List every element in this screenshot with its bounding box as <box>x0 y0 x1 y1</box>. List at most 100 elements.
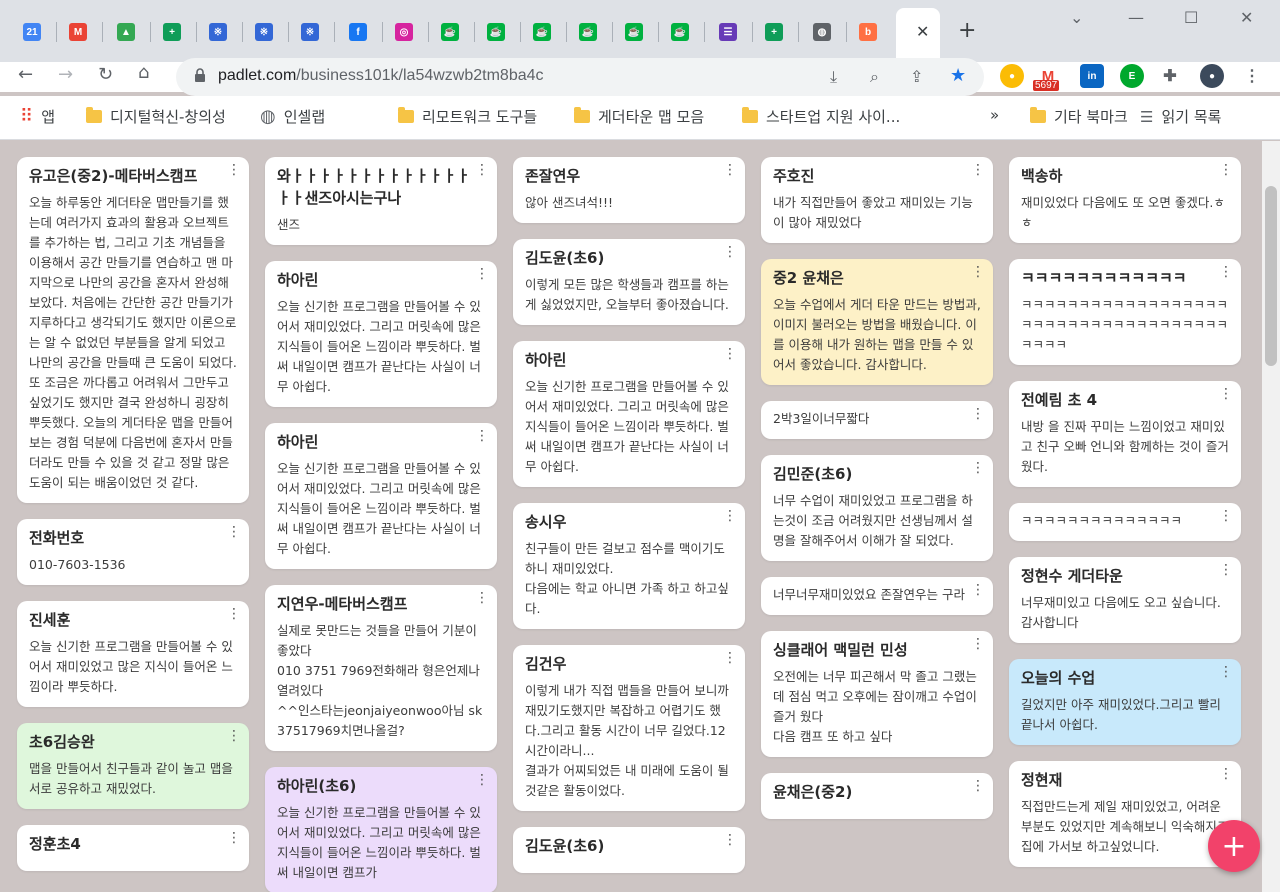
post-menu-icon[interactable]: ⋮ <box>971 163 985 177</box>
browser-tab[interactable]: ※ <box>246 14 282 50</box>
bookmark-item[interactable]: ☰ 읽기 목록 <box>1140 106 1221 127</box>
browser-tab[interactable]: ☰ <box>710 14 746 50</box>
post-menu-icon[interactable]: ⋮ <box>971 265 985 279</box>
post-card[interactable]: ⋮ 와ㅏㅏㅏㅏㅏㅏㅏㅏㅏㅏㅏㅏㅏㅏㅏ샌즈아시는구나 샌즈 <box>265 157 497 245</box>
scrollbar[interactable] <box>1262 141 1280 892</box>
bookmark-item[interactable]: 디지털혁신-창의성 <box>86 106 226 127</box>
post-menu-icon[interactable]: ⋮ <box>1219 509 1233 523</box>
bookmark-item[interactable]: 스타트업 지원 사이... <box>742 106 900 127</box>
post-card[interactable]: ⋮ 유고은(중2)-메타버스캠프 오늘 하루동안 게더타운 맵만들기를 했는데 여러… <box>17 157 249 503</box>
post-card[interactable]: ⋮ 하아린(초6) 오늘 신기한 프로그램을 만들어볼 수 있어서 재미있었다. 그… <box>265 767 497 892</box>
minimize-icon[interactable]: — <box>1128 8 1144 27</box>
post-menu-icon[interactable]: ⋮ <box>475 591 489 605</box>
post-card[interactable]: ⋮ 2박3일이너무짧다 <box>761 401 993 439</box>
post-card[interactable]: ⋮ 김민준(초6) 너무 수업이 재미있었고 프로그램을 하는것이 조금 어려웠지만… <box>761 455 993 561</box>
post-menu-icon[interactable]: ⋮ <box>1219 767 1233 781</box>
post-card[interactable]: ⋮ 전예림 초 4 내방 을 진짜 꾸미는 느낌이었고 재미있고 친구 오빠 언니와… <box>1009 381 1241 487</box>
active-tab[interactable]: ✕ <box>896 8 940 62</box>
post-card[interactable]: ⋮ 정현재 직접만드는게 제일 재미있었고, 어려운 부분도 있었지만 계속해보니 … <box>1009 761 1241 867</box>
tab-search-chevron-icon[interactable]: ⌄ <box>1070 8 1083 27</box>
bookmark-star-icon[interactable]: ★ <box>950 65 966 86</box>
bookmark-item[interactable]: » <box>990 106 999 124</box>
post-card[interactable]: ⋮ 윤채은(중2) <box>761 773 993 819</box>
back-icon[interactable]: ← <box>18 64 33 85</box>
post-card[interactable]: ⋮ 너무너무재미있었요 존잘연우는 구라 <box>761 577 993 615</box>
post-menu-icon[interactable]: ⋮ <box>971 461 985 475</box>
post-menu-icon[interactable]: ⋮ <box>1219 665 1233 679</box>
extensions-puzzle-icon[interactable]: ✚ <box>1158 64 1182 88</box>
post-menu-icon[interactable]: ⋮ <box>723 509 737 523</box>
post-menu-icon[interactable]: ⋮ <box>723 833 737 847</box>
browser-tab[interactable]: ☕ <box>524 14 560 50</box>
post-card[interactable]: ⋮ ㅋㅋㅋㅋㅋㅋㅋㅋㅋㅋㅋㅋㅋㅋ <box>1009 503 1241 541</box>
browser-tab[interactable]: ※ <box>200 14 236 50</box>
browser-tab[interactable]: ◎ <box>386 14 422 50</box>
bookmark-item[interactable]: ◍ 인셀랩 <box>260 106 325 127</box>
browser-tab[interactable]: 21 <box>14 14 50 50</box>
browser-tab[interactable]: ▲ <box>108 14 144 50</box>
post-card[interactable]: ⋮ 정훈초4 <box>17 825 249 871</box>
post-card[interactable]: ⋮ 존잘연우 않아 샌즈녀석!!! <box>513 157 745 223</box>
post-card[interactable]: ⋮ ㅋㅋㅋㅋㅋㅋㅋㅋㅋㅋㅋㅋ ㅋㅋㅋㅋㅋㅋㅋㅋㅋㅋㅋㅋㅋㅋㅋㅋㅋㅋㅋㅋㅋㅋㅋㅋㅋㅋㅋ… <box>1009 259 1241 365</box>
reload-icon[interactable]: ↻ <box>98 64 113 85</box>
post-card[interactable]: ⋮ 초6김승완 맵을 만들어서 친구들과 같이 놀고 맵을 서로 공유하고 재밌었다… <box>17 723 249 809</box>
bookmark-item[interactable]: 기타 북마크 <box>1030 106 1128 127</box>
maximize-icon[interactable]: ☐ <box>1184 8 1198 27</box>
install-app-icon[interactable]: ⤓ <box>830 67 837 87</box>
post-card[interactable]: ⋮ 하아린 오늘 신기한 프로그램을 만들어볼 수 있어서 재미있었다. 그리고 머… <box>265 261 497 407</box>
post-card[interactable]: ⋮ 송시우 친구들이 만든 걸보고 점수를 맥이기도 하니 재미있었다. 다음에는 … <box>513 503 745 629</box>
add-post-button[interactable]: + <box>1208 820 1260 872</box>
browser-tab[interactable]: ☕ <box>570 14 606 50</box>
url-text[interactable]: padlet.com/business101k/la54wzwb2tm8ba4c <box>218 67 544 85</box>
linkedin-icon[interactable]: in <box>1080 64 1104 88</box>
close-tab-icon[interactable]: ✕ <box>916 22 929 41</box>
post-menu-icon[interactable]: ⋮ <box>971 407 985 421</box>
post-menu-icon[interactable]: ⋮ <box>227 163 241 177</box>
post-menu-icon[interactable]: ⋮ <box>1219 163 1233 177</box>
home-icon[interactable]: ⌂ <box>138 62 149 83</box>
post-menu-icon[interactable]: ⋮ <box>475 773 489 787</box>
post-card[interactable]: ⋮ 김도윤(초6) 이렇게 모든 많은 학생들과 캠프를 하는게 싫었었지만, 오늘… <box>513 239 745 325</box>
browser-tab[interactable]: ※ <box>292 14 328 50</box>
menu-kebab-icon[interactable]: ⋮ <box>1240 64 1264 88</box>
post-menu-icon[interactable]: ⋮ <box>475 163 489 177</box>
post-menu-icon[interactable]: ⋮ <box>971 637 985 651</box>
post-card[interactable]: ⋮ 정현수 게더타운 너무재미있고 다음에도 오고 싶습니다.감사합니다 <box>1009 557 1241 643</box>
post-menu-icon[interactable]: ⋮ <box>475 267 489 281</box>
post-card[interactable]: ⋮ 백송하 재미있었다 다음에도 또 오면 좋겠다.ㅎ ㅎ <box>1009 157 1241 243</box>
post-menu-icon[interactable]: ⋮ <box>971 583 985 597</box>
browser-tab[interactable]: ☕ <box>616 14 652 50</box>
window-close-icon[interactable]: ✕ <box>1240 8 1253 27</box>
post-menu-icon[interactable]: ⋮ <box>723 245 737 259</box>
post-card[interactable]: ⋮ 김도윤(초6) <box>513 827 745 873</box>
zoom-icon[interactable]: ⌕ <box>870 67 879 87</box>
browser-tab[interactable]: f <box>340 14 376 50</box>
post-menu-icon[interactable]: ⋮ <box>1219 387 1233 401</box>
share-icon[interactable]: ⇪ <box>910 67 923 86</box>
extension-icon[interactable]: ● <box>1000 64 1024 88</box>
new-tab-button[interactable]: + <box>958 18 976 43</box>
post-card[interactable]: ⋮ 오늘의 수업 길었지만 아주 재미있었다.그리고 빨리 끝나서 아쉽다. <box>1009 659 1241 745</box>
browser-tab[interactable]: ☕ <box>478 14 514 50</box>
post-menu-icon[interactable]: ⋮ <box>723 651 737 665</box>
bookmark-item[interactable]: 리모트워크 도구들 <box>398 106 537 127</box>
post-menu-icon[interactable]: ⋮ <box>227 729 241 743</box>
forward-icon[interactable]: → <box>58 64 73 85</box>
post-card[interactable]: ⋮ 지연우-메타버스캠프 실제로 못만드는 것들을 만들어 기분이 좋았다 010 … <box>265 585 497 751</box>
post-menu-icon[interactable]: ⋮ <box>227 607 241 621</box>
browser-tab[interactable]: ☕ <box>432 14 468 50</box>
avatar[interactable]: ● <box>1200 64 1224 88</box>
browser-tab[interactable]: + <box>154 14 190 50</box>
post-menu-icon[interactable]: ⋮ <box>227 831 241 845</box>
post-card[interactable]: ⋮ 하아린 오늘 신기한 프로그램을 만들어볼 수 있어서 재미있었다. 그리고 머… <box>513 341 745 487</box>
post-menu-icon[interactable]: ⋮ <box>475 429 489 443</box>
post-menu-icon[interactable]: ⋮ <box>723 347 737 361</box>
browser-tab[interactable]: ☕ <box>662 14 698 50</box>
bookmark-item[interactable]: 게더타운 맵 모음 <box>574 106 704 127</box>
post-card[interactable]: ⋮ 진세훈 오늘 신기한 프로그램을 만들어볼 수 있어서 재미있었고 많은 지식이… <box>17 601 249 707</box>
post-card[interactable]: ⋮ 하아린 오늘 신기한 프로그램을 만들어볼 수 있어서 재미있었다. 그리고 머… <box>265 423 497 569</box>
post-card[interactable]: ⋮ 김건우 이렇게 내가 직접 맵들을 만들어 보니까 재밌기도했지만 복잡하고 어… <box>513 645 745 811</box>
address-bar[interactable]: padlet.com/business101k/la54wzwb2tm8ba4c… <box>176 58 984 96</box>
post-menu-icon[interactable]: ⋮ <box>1219 265 1233 279</box>
scrollbar-thumb[interactable] <box>1265 186 1277 366</box>
